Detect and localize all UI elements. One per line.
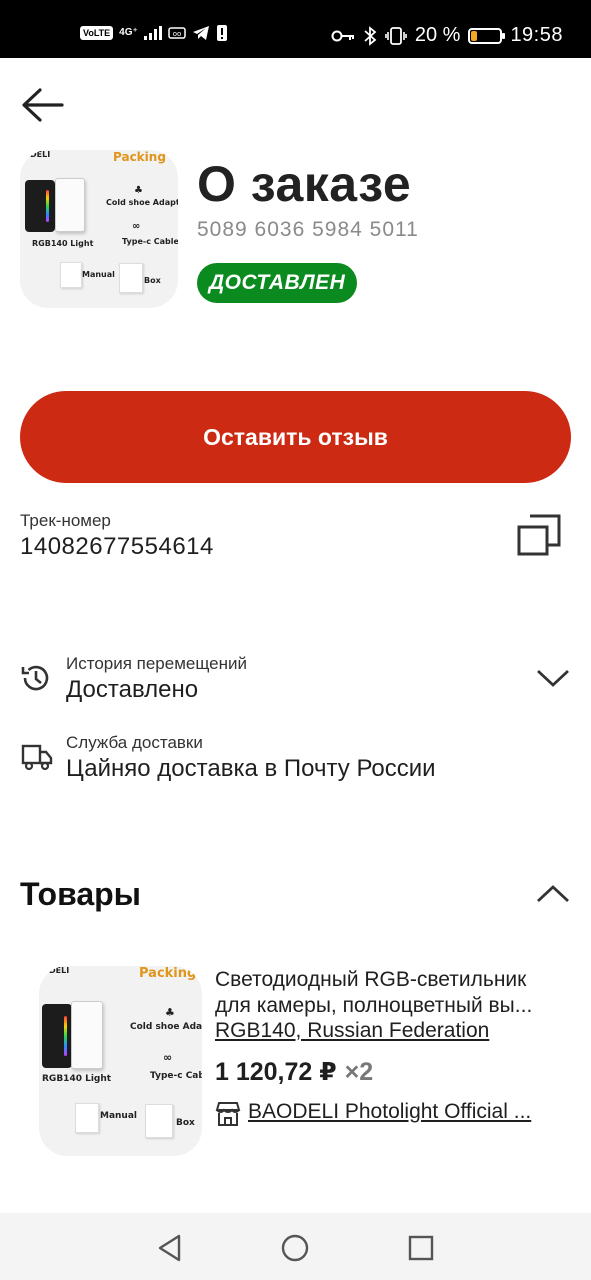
bluetooth-icon <box>364 25 377 46</box>
data-icon: oo <box>168 27 186 39</box>
product-title-line2: для камеры, полноцветный вы... <box>215 994 533 1017</box>
cold-shoe-text: Cold shoe Adapter <box>106 198 178 207</box>
box-text: Box <box>176 1118 195 1128</box>
battery-percent: 20 % <box>414 24 461 46</box>
delivery-service-value: Цайняо доставка в Почту России <box>66 755 436 782</box>
box-text: Box <box>144 276 161 285</box>
manual-paper <box>60 262 82 288</box>
store-icon <box>215 1102 241 1126</box>
product-quantity: ×2 <box>344 1058 374 1086</box>
movement-history-value[interactable]: Доставлено <box>66 676 198 704</box>
back-arrow-icon[interactable] <box>20 86 66 124</box>
brand-text: DELI <box>49 966 70 975</box>
store-name[interactable]: BAODELI Photolight Official ... <box>248 1100 548 1124</box>
light-dark-panel <box>25 180 55 232</box>
box-paper <box>119 263 143 293</box>
network-type: 4G⁺ <box>119 27 138 38</box>
status-bar: VoLTE 4G⁺ oo 20 % 19:58 <box>0 0 591 58</box>
delivery-service-label: Служба доставки <box>66 733 203 752</box>
brand-text: DELI <box>30 150 51 159</box>
type-c-text: Type-c Cabl <box>150 1071 202 1081</box>
system-nav-bar <box>0 1213 591 1280</box>
light-white-panel <box>55 178 85 232</box>
light-white-panel <box>71 1001 103 1069</box>
product-title[interactable]: Светодиодный RGB-светильник для камеры, … <box>215 967 565 1019</box>
products-section-title: Товары <box>20 876 141 912</box>
manual-text: Manual <box>82 270 115 279</box>
tracking-number[interactable]: 14082677554614 <box>20 533 214 561</box>
signal-icon <box>143 26 162 40</box>
status-badge: ДОСТАВЛЕН <box>197 263 358 303</box>
nav-recents-icon[interactable] <box>406 1233 436 1263</box>
battery-icon <box>468 27 506 44</box>
rgb-text: RGB140 Light <box>42 1074 112 1084</box>
nav-back-icon[interactable] <box>155 1233 185 1263</box>
status-left: VoLTE 4G⁺ oo <box>80 24 228 42</box>
nav-home-icon[interactable] <box>280 1233 310 1263</box>
truck-icon <box>21 744 53 771</box>
light-dark-panel <box>42 1004 72 1068</box>
status-right: 20 % 19:58 <box>331 24 563 47</box>
history-icon <box>21 665 49 691</box>
box-paper <box>145 1104 173 1138</box>
cold-shoe-text: Cold shoe Adap <box>130 1022 202 1032</box>
clock: 19:58 <box>510 24 563 46</box>
volte-indicator: VoLTE <box>80 26 114 40</box>
product-price: 1 120,72 ₽ <box>215 1058 337 1086</box>
chevron-up-icon[interactable] <box>536 884 570 904</box>
rgb-strip <box>46 190 49 222</box>
product-title-line1: Светодиодный RGB-светильник <box>215 968 527 991</box>
manual-text: Manual <box>100 1111 138 1121</box>
rgb-text: RGB140 Light <box>32 239 94 248</box>
type-c-text: Type-c Cable <box>122 237 178 246</box>
telegram-icon <box>192 26 209 40</box>
leave-review-button[interactable]: Оставить отзыв <box>20 391 571 483</box>
alert-icon <box>216 25 227 41</box>
tracking-label: Трек-номер <box>20 511 111 530</box>
order-number: 5089 6036 5984 5011 <box>197 218 419 241</box>
chevron-down-icon[interactable] <box>536 668 570 688</box>
svg-text:oo: oo <box>173 30 182 38</box>
rgb-strip <box>64 1016 67 1056</box>
packing-text: Packing <box>139 966 197 981</box>
product-price-row: 1 120,72 ₽ ×2 <box>215 1057 373 1087</box>
order-product-image[interactable]: DELI Packing ♣ Cold shoe Adapter ∞ Type-… <box>20 150 178 308</box>
vibrate-icon <box>385 26 407 45</box>
packing-text: Packing <box>113 150 166 164</box>
page-title: О заказе <box>197 156 412 212</box>
movement-history-label: История перемещений <box>66 654 247 673</box>
copy-icon[interactable] <box>517 514 561 556</box>
manual-paper <box>75 1103 99 1133</box>
key-icon <box>331 30 354 41</box>
product-variant[interactable]: RGB140, Russian Federation <box>215 1019 489 1043</box>
product-image[interactable]: DELI Packing ♣ Cold shoe Adap ∞ Type-c C… <box>39 966 202 1156</box>
